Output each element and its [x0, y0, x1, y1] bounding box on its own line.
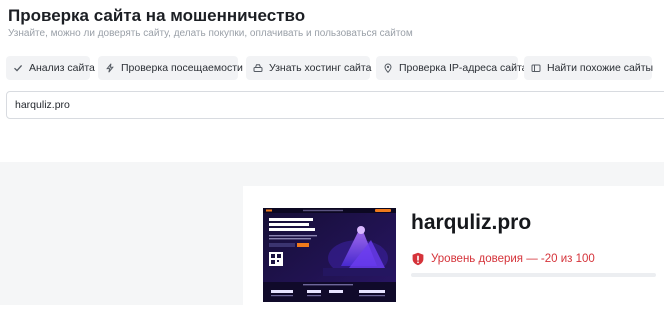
page-subtitle: Узнайте, можно ли доверять сайту, делать…	[8, 28, 413, 39]
trust-level: Уровень доверия — -20 из 100	[411, 252, 595, 266]
trust-level-text: Уровень доверия — -20 из 100	[431, 253, 595, 265]
page-title: Проверка сайта на мошенничество	[8, 6, 306, 25]
tab-label: Узнать хостинг сайта	[269, 62, 372, 74]
site-screenshot-thumbnail[interactable]	[263, 208, 396, 302]
lightning-icon	[105, 63, 115, 73]
tab-label: Найти похожие сайты	[547, 62, 654, 74]
tab-traffic-check[interactable]: Проверка посещаемости	[98, 56, 243, 80]
site-screenshot-image	[263, 208, 396, 302]
trust-level-bar	[411, 273, 656, 277]
server-icon	[253, 63, 263, 73]
window-icon	[531, 63, 541, 73]
tab-label: Проверка посещаемости	[121, 62, 243, 74]
check-icon	[13, 63, 23, 73]
tab-similar-sites[interactable]: Найти похожие сайты	[524, 56, 654, 80]
tab-site-analysis[interactable]: Анализ сайта	[6, 56, 95, 80]
tab-hosting-check[interactable]: Узнать хостинг сайта	[246, 56, 372, 80]
tab-ip-check[interactable]: Проверка IP-адреса сайта	[376, 56, 528, 80]
tab-label: Анализ сайта	[29, 62, 95, 74]
tab-label: Проверка IP-адреса сайта	[399, 62, 528, 74]
site-url-input[interactable]	[6, 91, 664, 119]
warning-shield-icon	[411, 252, 425, 266]
location-pin-icon	[383, 63, 393, 73]
result-domain: harquliz.pro	[411, 211, 532, 234]
